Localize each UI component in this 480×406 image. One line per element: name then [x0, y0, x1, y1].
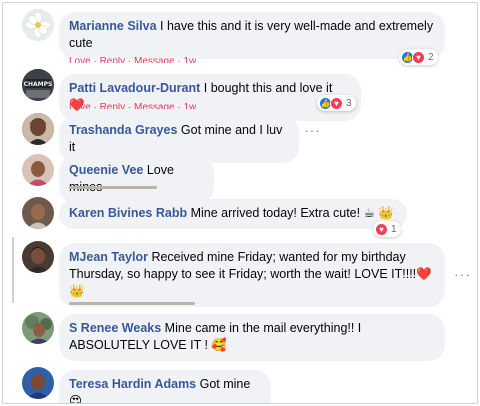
comments-panel: Marianne Silva I have this and it is ver… — [2, 2, 478, 404]
reaction-count: 1 — [391, 223, 397, 235]
avatar[interactable] — [22, 113, 54, 145]
comment-bubble: Karen Bivines Rabb Mine arrived today! E… — [59, 199, 407, 229]
avatar[interactable] — [22, 241, 54, 273]
comment-actions[interactable]: Love · Reply · Message · 1w — [69, 57, 196, 63]
comment-author[interactable]: S Renee Weaks — [69, 321, 161, 335]
comment-author[interactable]: Queenie Vee — [69, 163, 143, 177]
comment-bubble: Teresa Hardin Adams Got mine😍 — [59, 370, 271, 403]
comment-author[interactable]: Teresa Hardin Adams — [69, 377, 196, 391]
avatar[interactable] — [22, 9, 54, 41]
avatar[interactable] — [22, 312, 54, 344]
cropped-attachment — [69, 302, 195, 305]
avatar[interactable] — [22, 367, 54, 399]
reaction-summary[interactable]: ♥ 1 — [373, 221, 401, 237]
comment-actions[interactable]: Love · Reply · Message · 1w — [69, 103, 196, 109]
avatar[interactable] — [22, 197, 54, 229]
love-icon: ♥ — [330, 96, 343, 110]
comment-bubble: MJean Taylor Received mine Friday; wante… — [59, 243, 445, 307]
comment-author[interactable]: Marianne Silva — [69, 19, 157, 33]
comment-bubble: S Renee Weaks Mine came in the mail ever… — [59, 314, 445, 361]
more-options-icon[interactable]: ··· — [304, 123, 324, 137]
comment-author[interactable]: Patti Lavadour-Durant — [69, 81, 200, 95]
love-icon: ♥ — [375, 222, 388, 236]
reaction-count: 3 — [346, 97, 352, 109]
reaction-summary[interactable]: 👍 ♥ 2 — [399, 49, 438, 65]
avatar[interactable]: CHAMPS — [22, 69, 54, 101]
comment-bubble: Queenie Vee Love mines — [59, 156, 214, 203]
more-options-icon[interactable]: ··· — [454, 267, 474, 281]
comment-text: Mine arrived today! Extra cute! ☕ 👑 — [190, 206, 394, 220]
comment-author[interactable]: Karen Bivines Rabb — [69, 206, 187, 220]
reaction-count: 2 — [428, 51, 434, 63]
avatar[interactable] — [22, 154, 54, 186]
svg-text:CHAMPS: CHAMPS — [24, 81, 53, 88]
comment-bubble: Patti Lavadour-Durant I bought this and … — [59, 74, 361, 121]
comment-bubble: Marianne Silva I have this and it is ver… — [59, 12, 445, 59]
thread-line — [12, 237, 14, 303]
reaction-summary[interactable]: 👍 ♥ 3 — [317, 95, 356, 111]
comment-author[interactable]: Trashanda Grayes — [69, 123, 177, 137]
love-icon: ♥ — [412, 50, 425, 64]
comment-author[interactable]: MJean Taylor — [69, 250, 148, 264]
cropped-attachment — [69, 186, 157, 189]
